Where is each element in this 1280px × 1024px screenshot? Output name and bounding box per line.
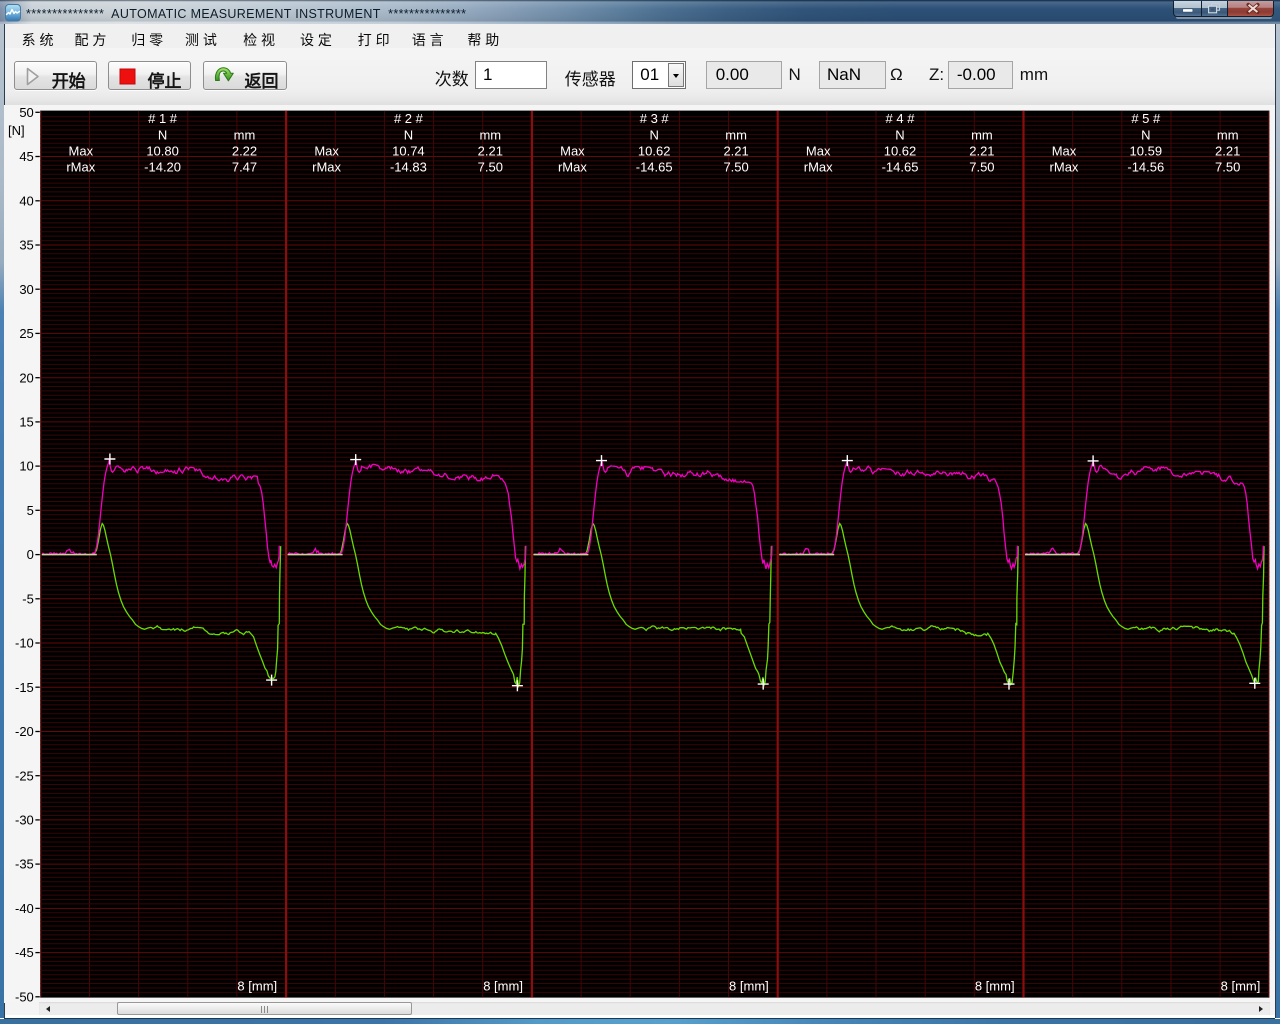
svg-text:8 [mm]: 8 [mm] [975,979,1015,994]
svg-text:mm: mm [234,128,256,143]
svg-text:mm: mm [1217,128,1239,143]
svg-text:N: N [650,128,659,143]
svg-text:7.50: 7.50 [969,160,994,175]
svg-text:2.21: 2.21 [723,144,748,159]
svg-text:Max: Max [1052,144,1077,159]
svg-text:-30: -30 [15,813,34,828]
svg-text:mm: mm [725,128,747,143]
svg-text:-14.56: -14.56 [1127,160,1164,175]
svg-text:-50: -50 [15,989,34,1003]
svg-text:rMax: rMax [66,160,95,175]
svg-text:35: 35 [19,238,33,253]
svg-text:7.50: 7.50 [723,160,748,175]
svg-text:Max: Max [314,144,339,159]
svg-text:N: N [1141,128,1150,143]
svg-text:-20: -20 [15,724,34,739]
svg-text:[N]: [N] [8,123,25,138]
svg-text:25: 25 [19,326,33,341]
svg-text:2.21: 2.21 [1215,144,1240,159]
svg-text:rMax: rMax [1050,160,1079,175]
svg-text:10.62: 10.62 [884,144,917,159]
svg-text:8 [mm]: 8 [mm] [237,979,277,994]
svg-text:20: 20 [19,370,33,385]
svg-text:5: 5 [27,503,34,518]
svg-text:rMax: rMax [312,160,341,175]
svg-text:10.74: 10.74 [392,144,425,159]
svg-text:mm: mm [971,128,993,143]
svg-text:-14.65: -14.65 [636,160,673,175]
svg-text:-10: -10 [15,636,34,651]
svg-text:-14.83: -14.83 [390,160,427,175]
svg-text:15: 15 [19,415,33,430]
svg-text:40: 40 [19,193,33,208]
svg-text:N: N [158,128,167,143]
svg-text:7.47: 7.47 [232,160,257,175]
svg-text:# 1 #: # 1 # [148,111,178,126]
svg-text:10: 10 [19,459,33,474]
svg-text:Max: Max [560,144,585,159]
svg-text:7.50: 7.50 [1215,160,1240,175]
svg-text:-35: -35 [15,857,34,872]
svg-text:# 4 #: # 4 # [886,111,916,126]
svg-text:-14.65: -14.65 [882,160,919,175]
svg-text:-5: -5 [22,591,34,606]
svg-text:7.50: 7.50 [478,160,503,175]
svg-text:2.22: 2.22 [232,144,257,159]
svg-text:rMax: rMax [558,160,587,175]
svg-text:-14.20: -14.20 [144,160,181,175]
svg-text:2.21: 2.21 [969,144,994,159]
svg-text:10.59: 10.59 [1130,144,1163,159]
svg-text:10.62: 10.62 [638,144,671,159]
svg-text:8 [mm]: 8 [mm] [729,979,769,994]
svg-text:N: N [404,128,413,143]
svg-text:45: 45 [19,149,33,164]
svg-text:N: N [895,128,904,143]
svg-text:# 5 #: # 5 # [1131,111,1161,126]
svg-text:# 3 #: # 3 # [640,111,670,126]
svg-text:0: 0 [27,547,34,562]
svg-text:-40: -40 [15,901,34,916]
svg-text:mm: mm [479,128,501,143]
svg-text:-45: -45 [15,945,34,960]
svg-text:rMax: rMax [804,160,833,175]
svg-text:2.21: 2.21 [478,144,503,159]
svg-text:8 [mm]: 8 [mm] [1221,979,1261,994]
svg-text:-25: -25 [15,768,34,783]
svg-text:30: 30 [19,282,33,297]
svg-text:-15: -15 [15,680,34,695]
svg-text:10.80: 10.80 [146,144,179,159]
svg-text:50: 50 [19,105,33,120]
svg-text:8 [mm]: 8 [mm] [483,979,523,994]
svg-text:Max: Max [806,144,831,159]
svg-text:Max: Max [69,144,94,159]
svg-text:# 2 #: # 2 # [394,111,424,126]
